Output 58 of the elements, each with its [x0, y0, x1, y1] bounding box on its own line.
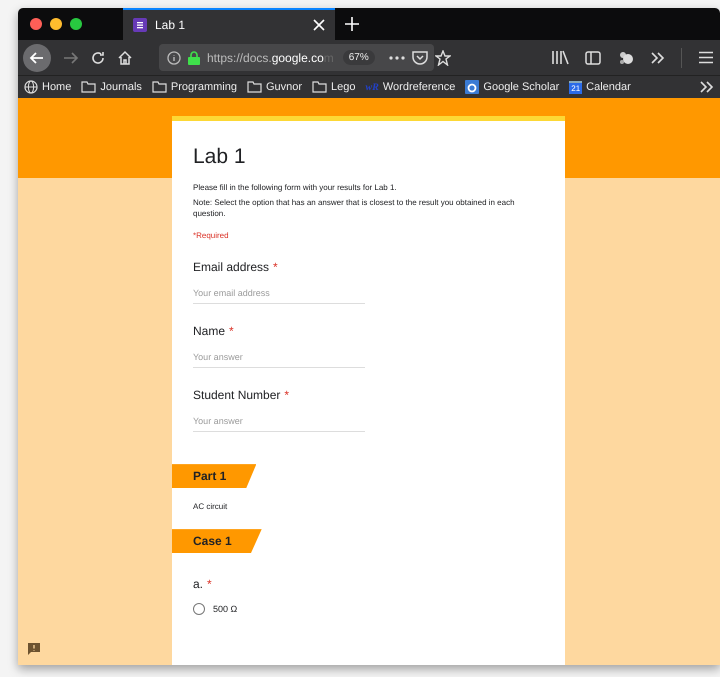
section-header: Case 1 [172, 529, 262, 554]
bookmark[interactable]: 21 Calendar [569, 80, 631, 94]
more-icon[interactable] [388, 56, 405, 60]
close-light[interactable] [30, 18, 42, 30]
option-label: 500 Ω [213, 604, 238, 614]
extension-icon[interactable] [617, 50, 635, 66]
question-label: Email address [193, 260, 270, 274]
required-mark: * [273, 260, 278, 274]
section-header: Part 1 [172, 464, 256, 488]
bookmark[interactable]: Guvnor [246, 81, 302, 93]
required-note: *Required [193, 231, 230, 240]
overflow-icon[interactable] [651, 52, 665, 64]
minimize-light[interactable] [50, 18, 62, 30]
forward-icon[interactable] [63, 50, 79, 64]
folder-icon [152, 81, 167, 93]
question-label: Student Number [193, 388, 280, 402]
radio-button[interactable] [193, 603, 205, 616]
form-description: Please fill in the following form with your results for Lab 1. [193, 183, 398, 194]
scholar-logo-icon [465, 80, 480, 94]
calendar-icon: 21 [569, 80, 582, 94]
bookmark[interactable]: Home [24, 80, 72, 94]
question-label: a. [193, 577, 204, 592]
browser-tab[interactable]: Lab 1 [123, 8, 335, 40]
feedback-icon[interactable] [28, 643, 40, 655]
bookmark[interactable]: wR Wordreference [366, 81, 456, 93]
back-icon[interactable] [23, 44, 51, 72]
form-note: Note: Select the option that has an answer that is closest to the result you obtained in each question. [193, 198, 516, 220]
menu-icon[interactable] [698, 51, 714, 64]
folder-icon [312, 81, 328, 93]
star-icon[interactable] [434, 50, 451, 66]
input-field[interactable]: Your email address [193, 286, 365, 304]
globe-icon [24, 80, 38, 94]
required-mark: * [284, 388, 290, 402]
site-logo: wR [366, 82, 379, 92]
bookmark[interactable]: Lego [312, 81, 356, 93]
section-description: AC circuit [193, 502, 228, 512]
info-icon[interactable] [167, 50, 181, 64]
folder-icon [246, 81, 262, 93]
bookmark[interactable]: Journals [81, 81, 142, 93]
zoom-light[interactable] [70, 18, 82, 30]
new-tab-icon[interactable] [345, 17, 359, 31]
form-icon [133, 18, 147, 32]
form-title: Lab 1 [193, 145, 247, 169]
close-icon[interactable] [313, 19, 325, 31]
bookmark[interactable]: Programming [152, 81, 237, 93]
library-icon[interactable] [551, 50, 569, 65]
reload-icon[interactable] [91, 50, 105, 64]
home-icon[interactable] [117, 50, 133, 66]
sidebar-icon[interactable] [585, 50, 601, 64]
overflow-icon[interactable] [700, 81, 714, 93]
zoom-level[interactable]: 67% [342, 50, 375, 65]
lock-icon [188, 50, 200, 64]
required-mark: * [207, 577, 212, 592]
folder-icon [81, 81, 96, 93]
required-mark: * [229, 324, 234, 338]
bookmark[interactable]: Google Scholar [465, 80, 560, 94]
question-label: Name [193, 324, 226, 338]
pocket-icon[interactable] [412, 50, 428, 65]
